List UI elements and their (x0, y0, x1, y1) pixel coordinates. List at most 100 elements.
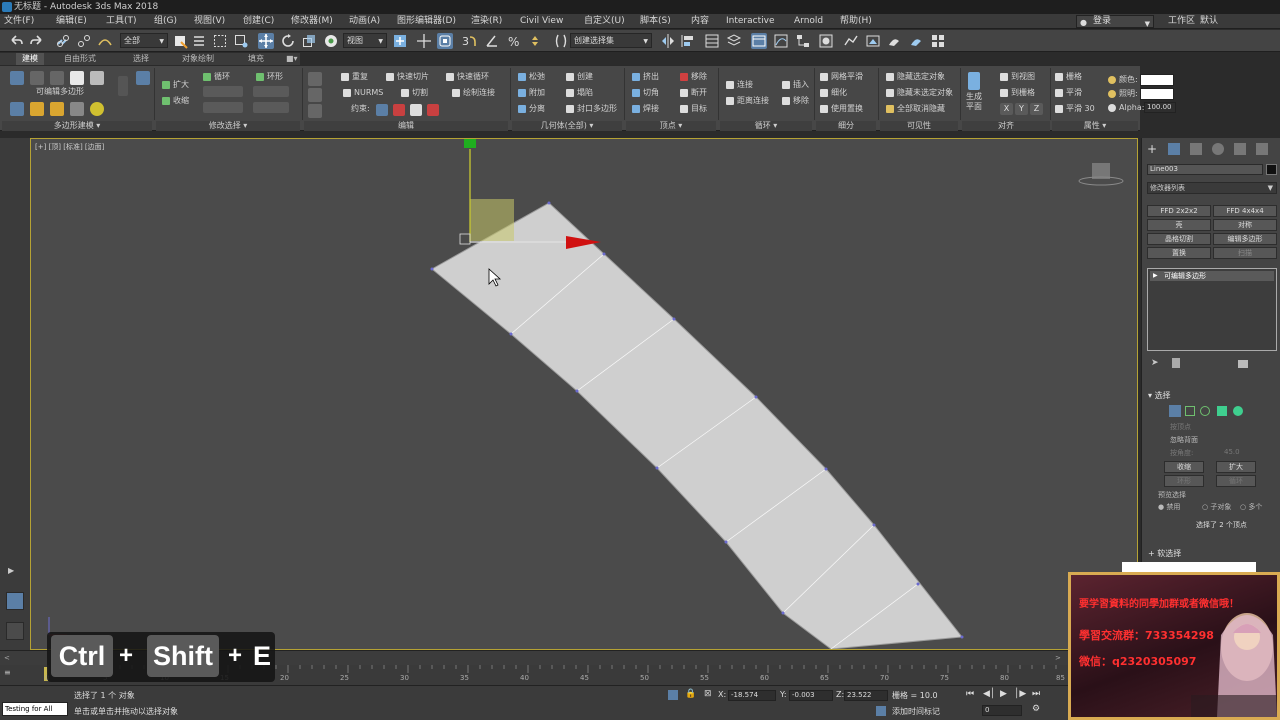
chamfer-button[interactable]: 切角 (632, 87, 659, 99)
preview-multi-radio[interactable]: ○ 多个 (1240, 502, 1262, 512)
pin-stack-icon[interactable]: ➤ (1151, 358, 1159, 368)
selection-rollout-header[interactable]: ▾ 选择 (1148, 390, 1171, 401)
material-editor-icon[interactable] (818, 33, 834, 49)
show-end-result-icon[interactable] (90, 102, 104, 116)
menu-tools[interactable]: 工具(T) (106, 14, 137, 29)
shrink-selection-button[interactable]: 收缩 (1164, 461, 1204, 473)
group-geometry-all[interactable]: 几何体(全部) ▾ (512, 121, 622, 131)
paint-connect-button[interactable]: 绘制连接 (452, 87, 495, 99)
schematic-view-icon[interactable] (795, 33, 811, 49)
use-displacement-button[interactable]: 使用置换 (820, 103, 863, 115)
play-icon[interactable]: ▶ (8, 566, 20, 578)
snaps-toggle-icon[interactable]: 3 (461, 33, 477, 49)
to-view-button[interactable]: 到视图 (1000, 71, 1035, 83)
edge-subobject-icon[interactable] (1185, 406, 1195, 416)
color-swatch[interactable] (1140, 74, 1174, 86)
viewcube-icon[interactable] (1078, 163, 1124, 186)
constraint-face-icon[interactable] (410, 104, 422, 116)
weld-button[interactable]: 焊接 (632, 103, 659, 115)
nurms-button[interactable]: NURMS (343, 87, 383, 99)
previous-frame-icon[interactable]: ◀│ (983, 689, 995, 699)
maxscript-listener-input[interactable]: Testing for All (2, 702, 68, 716)
remove-loop-button[interactable]: 移除 (782, 95, 809, 107)
ribbon-options-icon[interactable]: ■▾ (286, 53, 298, 65)
bind-space-warp-icon[interactable] (97, 33, 113, 49)
ffd-2x2x2-button[interactable]: FFD 2x2x2 (1147, 205, 1211, 217)
preview-subobject-radio[interactable]: ○ 子对象 (1202, 502, 1231, 512)
angle-snap-icon[interactable] (484, 33, 500, 49)
shell-button[interactable]: 壳 (1147, 219, 1211, 231)
workspace-dropdown[interactable]: 默认 (1200, 14, 1218, 29)
scale-icon[interactable] (301, 33, 317, 49)
align-x-button[interactable]: X (1000, 103, 1013, 115)
border-subobject-icon[interactable] (1200, 406, 1210, 416)
placement-icon[interactable] (323, 33, 339, 49)
stack-item-editable-poly[interactable]: ▶ 可编辑多边形 (1150, 271, 1274, 281)
repeat-button[interactable]: 重复 (341, 71, 368, 83)
smooth-30-button[interactable]: 平滑 30 (1055, 103, 1095, 115)
soft-selection-rollout-header[interactable]: + 软选择 (1148, 548, 1181, 559)
loop-selection-button[interactable]: 循环 (1216, 475, 1256, 487)
sweep-button[interactable]: 扫描 (1213, 247, 1277, 259)
ffd-4x4x4-button[interactable]: FFD 4x4x4 (1213, 205, 1277, 217)
tab-freeform[interactable]: 自由形式 (64, 53, 96, 65)
gizmo-y-arrow-icon[interactable] (464, 139, 476, 148)
by-angle-checkbox[interactable]: 按角度: (1170, 448, 1193, 458)
loop-button[interactable]: 循环 (203, 71, 230, 83)
shrink-button[interactable]: 收缩 (162, 95, 189, 107)
unhide-all-button[interactable]: 全部取消隐藏 (886, 103, 945, 115)
illumination-swatch[interactable] (1140, 88, 1174, 100)
ring-button[interactable]: 环形 (256, 71, 283, 83)
meshsmooth-button[interactable]: 网格平滑 (820, 71, 863, 83)
ribbon-toggle-icon[interactable] (751, 33, 767, 49)
scene-explorer-icon[interactable] (704, 33, 720, 49)
quick-slice-button[interactable]: 快速切片 (386, 71, 429, 83)
element-mode-icon[interactable] (90, 71, 104, 85)
display-tab-icon[interactable] (1234, 143, 1246, 155)
go-to-start-icon[interactable]: ⏮ (966, 689, 974, 699)
edge-mode-icon[interactable] (30, 71, 44, 85)
menu-create[interactable]: 创建(C) (243, 14, 274, 29)
remove-button[interactable]: 移除 (680, 71, 707, 83)
menu-content[interactable]: 内容 (691, 14, 709, 29)
lattice-cut-button[interactable]: 晶格切割 (1147, 233, 1211, 245)
break-button[interactable]: 断开 (680, 87, 707, 99)
spinner-snap-icon[interactable] (527, 33, 543, 49)
border-mode-icon[interactable] (50, 71, 64, 85)
menu-edit[interactable]: 编辑(E) (56, 14, 87, 29)
make-planar-label[interactable]: 生成平面 (964, 92, 988, 112)
next-frame-icon[interactable]: │▶ (1014, 689, 1026, 699)
constraint-none-icon[interactable] (376, 104, 388, 116)
time-tag-icon[interactable] (876, 706, 886, 716)
expand-arrow-icon[interactable]: ▶ (1153, 271, 1158, 281)
add-time-tag-button[interactable]: 添加时间标记 (892, 706, 940, 717)
insert-loop-button[interactable]: 插入 (782, 79, 809, 91)
x-coordinate-field[interactable]: -18.574 (728, 690, 776, 701)
time-configuration-icon[interactable]: ⚙ (1032, 704, 1040, 714)
repeat-last-icon[interactable] (308, 72, 322, 86)
play-animation-icon[interactable]: ▶ (1000, 689, 1007, 699)
menu-graph-editors[interactable]: 图形编辑器(D) (397, 14, 456, 29)
undo-icon[interactable] (8, 33, 24, 49)
cap-poly-button[interactable]: 封口多边形 (566, 103, 617, 115)
redo-icon[interactable] (29, 33, 45, 49)
constraint-edge-icon[interactable] (393, 104, 405, 116)
motion-tab-icon[interactable] (1212, 143, 1224, 155)
object-color-swatch[interactable] (1266, 164, 1277, 175)
keyboard-shortcut-override-icon[interactable] (437, 33, 453, 49)
smooth-button[interactable]: 平滑 (1055, 87, 1082, 99)
ribbon-pin-icon[interactable] (118, 76, 128, 96)
align-icon[interactable] (680, 33, 696, 49)
tab-selection[interactable]: 选择 (133, 53, 149, 65)
menu-rendering[interactable]: 渲染(R) (471, 14, 502, 29)
select-object-icon[interactable] (172, 33, 188, 49)
ribbon-display-icon[interactable] (136, 71, 150, 85)
window-crossing-icon[interactable] (233, 33, 249, 49)
grow-selection-button[interactable]: 扩大 (1216, 461, 1256, 473)
group-loops[interactable]: 循环 ▾ (720, 121, 812, 131)
cut-icon[interactable] (308, 104, 322, 118)
preview-disabled-radio[interactable]: ● 禁用 (1158, 502, 1180, 512)
align-z-button[interactable]: Z (1030, 103, 1043, 115)
utilities-tab-icon[interactable] (1256, 143, 1268, 155)
connect-button[interactable]: 连接 (726, 79, 753, 91)
